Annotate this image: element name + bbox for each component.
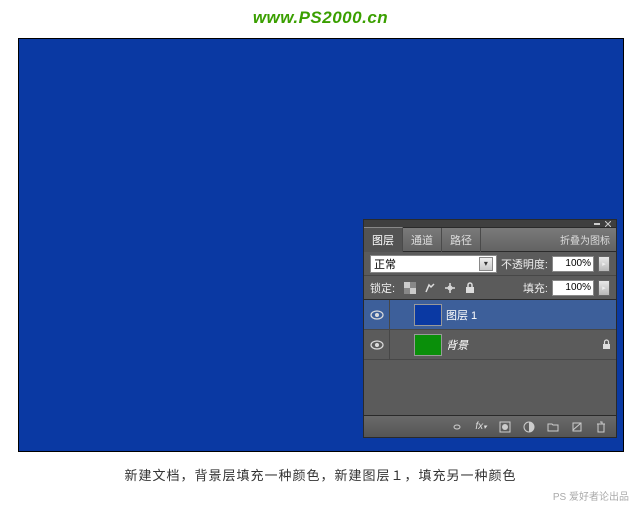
blend-mode-select[interactable]: 正常 ▾	[370, 255, 497, 273]
visibility-toggle[interactable]	[364, 330, 390, 359]
fill-label: 填充:	[523, 280, 548, 296]
layers-panel: 图层 通道 路径 折叠为图标 正常 ▾ 不透明度: 100% ▸ 锁定: 填充:…	[363, 219, 617, 438]
new-layer-icon[interactable]	[570, 420, 584, 434]
lock-icons	[403, 281, 477, 295]
adjustment-icon[interactable]	[522, 420, 536, 434]
lock-label: 锁定:	[370, 280, 395, 296]
opacity-slider-button[interactable]: ▸	[598, 256, 610, 272]
fill-slider-button[interactable]: ▸	[598, 280, 610, 296]
lock-fill-row: 锁定: 填充: 100% ▸	[364, 276, 616, 300]
tab-layers[interactable]: 图层	[364, 227, 403, 252]
lock-icon	[596, 339, 616, 350]
blend-opacity-row: 正常 ▾ 不透明度: 100% ▸	[364, 252, 616, 276]
tutorial-caption: 新建文档，背景层填充一种颜色，新建图层１，填充另一种颜色	[0, 465, 641, 484]
layer-row[interactable]: 背景	[364, 330, 616, 360]
chevron-down-icon: ▾	[479, 257, 493, 271]
layer-thumbnail[interactable]	[414, 304, 442, 326]
collapse-to-icon[interactable]: 折叠为图标	[554, 232, 616, 247]
visibility-toggle[interactable]	[364, 300, 390, 329]
fill-input[interactable]: 100%	[552, 280, 594, 296]
credit-text: PS 爱好者论出品	[553, 488, 629, 503]
lock-position-icon[interactable]	[443, 281, 457, 295]
eye-icon	[370, 310, 384, 320]
tab-channels[interactable]: 通道	[403, 228, 442, 252]
close-icon[interactable]	[604, 221, 612, 227]
lock-pixels-icon[interactable]	[423, 281, 437, 295]
layer-name[interactable]: 背景	[446, 337, 596, 353]
layer-row[interactable]: 图层 1	[364, 300, 616, 330]
layer-thumbnail[interactable]	[414, 334, 442, 356]
lock-all-icon[interactable]	[463, 281, 477, 295]
trash-icon[interactable]	[594, 420, 608, 434]
minimize-icon[interactable]	[593, 221, 601, 227]
panel-tabs: 图层 通道 路径 折叠为图标	[364, 228, 616, 252]
folder-icon[interactable]	[546, 420, 560, 434]
eye-icon	[370, 340, 384, 350]
opacity-input[interactable]: 100%	[552, 256, 594, 272]
link-layers-icon[interactable]	[450, 420, 464, 434]
blend-mode-value: 正常	[374, 256, 396, 272]
watermark-text: www.PS2000.cn	[253, 8, 388, 28]
panel-footer: fx▾	[364, 415, 616, 437]
fx-icon[interactable]: fx▾	[474, 420, 488, 434]
layers-list: 图层 1 背景	[364, 300, 616, 415]
lock-transparency-icon[interactable]	[403, 281, 417, 295]
tab-paths[interactable]: 路径	[442, 228, 481, 252]
mask-icon[interactable]	[498, 420, 512, 434]
opacity-label: 不透明度:	[501, 256, 548, 272]
layer-name[interactable]: 图层 1	[446, 307, 596, 323]
